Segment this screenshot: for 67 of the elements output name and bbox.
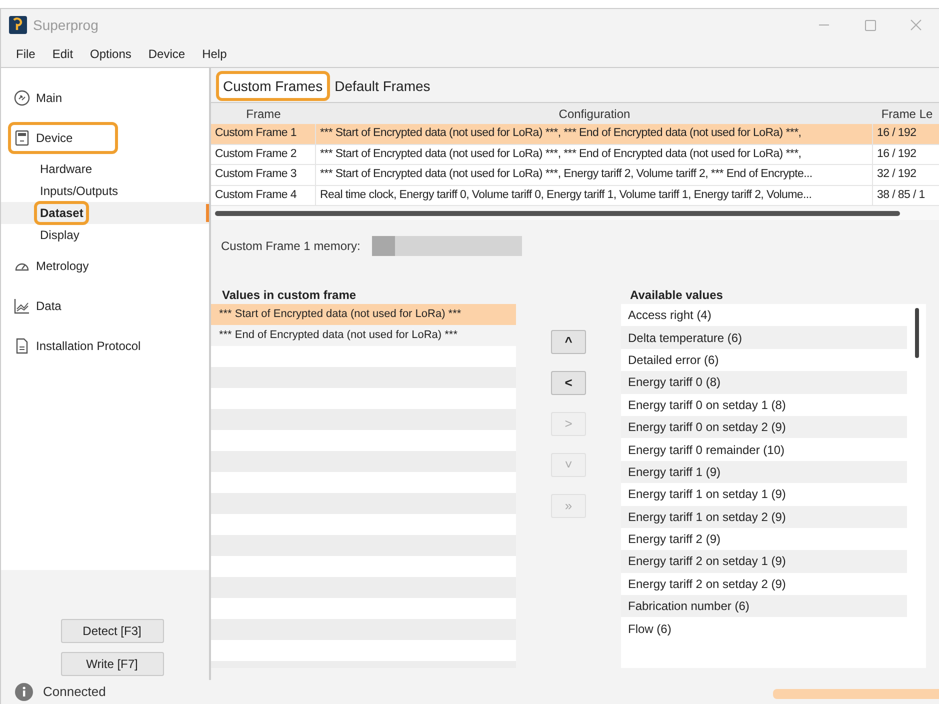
chart-icon (14, 298, 30, 314)
list-item[interactable]: Delta temperature (6) (621, 326, 907, 349)
action-button[interactable]: Detect [F3] (60, 619, 164, 643)
table-row[interactable]: Custom Frame 1 *** Start of Encrypted data (not used for LoRa) ***, *** End of Encrypted data (not used for LoRa) ***, 16 / 192 (211, 124, 939, 144)
list-item[interactable]: Energy tariff 0 (8) (621, 371, 907, 394)
column-header[interactable]: Frame (211, 103, 316, 124)
list-item[interactable]: Fabrication number (6) (621, 595, 907, 618)
nav-item[interactable]: Dataset (37, 204, 86, 222)
nav-item[interactable]: Hardware (37, 160, 96, 178)
menu-item[interactable]: Help (195, 45, 234, 63)
list-item[interactable]: Energy tariff 2 on setday 1 (9) (621, 550, 907, 573)
move-button[interactable]: < (551, 371, 586, 395)
nav-label: Metrology (36, 258, 89, 275)
list-item[interactable]: Energy tariff 0 on setday 2 (9) (621, 416, 907, 438)
table-cell-text: 16 / 192 (876, 146, 918, 162)
table-cell: *** Start of Encrypted data (not used for LoRa) ***, Energy tariff 2, Volume tariff 2, *** End of Encrypte... (316, 165, 873, 184)
move-button[interactable]: ^ (551, 330, 586, 354)
list-item[interactable]: *** End of Encrypted data (not used for LoRa) *** (211, 325, 516, 346)
table-row[interactable]: Custom Frame 3 *** Start of Encrypted data (not used for LoRa) ***, Energy tariff 2, Volume tariff 2, *** End of Encrypte... 32 / 192 (211, 165, 939, 186)
column-header[interactable]: Configuration (316, 103, 873, 124)
action-button[interactable]: Write [F7] (60, 652, 164, 676)
list-item[interactable]: Energy tariff 1 (9) (621, 460, 907, 484)
tab[interactable]: Custom Frames (219, 74, 327, 98)
tab[interactable]: Default Frames (330, 74, 434, 98)
table-row[interactable]: Custom Frame 4 Real time clock, Energy tariff 0, Volume tariff 0, Energy tariff 1, Volume tariff 1, Energy tariff 2, Volume... 38 / 85 / 1 (211, 186, 939, 206)
list-heading: Available values (629, 287, 724, 304)
device-icon (14, 130, 30, 146)
table-cell: Custom Frame 1 (211, 124, 316, 144)
nav-item[interactable]: Display (37, 226, 82, 244)
list-item[interactable]: Energy tariff 1 on setday 2 (9) (621, 506, 907, 528)
nav-label: Data (36, 298, 62, 315)
info-icon (15, 683, 33, 701)
arrows-circle-icon (14, 90, 30, 106)
menu-item[interactable]: Edit (45, 45, 80, 63)
nav-item[interactable]: Installation Protocol (11, 333, 145, 359)
table-cell-text: 38 / 85 / 1 (876, 188, 926, 203)
nav-label: Device (36, 130, 73, 147)
column-header[interactable]: Frame Le (873, 103, 939, 124)
scrollbar[interactable] (914, 308, 918, 358)
nav-label: Installation Protocol (36, 338, 141, 355)
menu-item[interactable]: Device (141, 45, 192, 63)
menu-item[interactable]: Options (83, 45, 138, 63)
table-cell-text: 32 / 192 (876, 167, 918, 182)
table-cell: *** Start of Encrypted data (not used for LoRa) ***, *** End of Encrypted data (not used for LoRa) ***, (316, 124, 873, 144)
list-item[interactable]: *** Start of Encrypted data (not used for LoRa) *** (211, 304, 516, 325)
nav-label: Main (36, 90, 62, 107)
menu-item[interactable]: File (9, 45, 42, 63)
window-title: Superprog (33, 16, 98, 35)
nav-item[interactable]: Main (11, 85, 66, 111)
table-cell: Custom Frame 2 (211, 144, 316, 164)
app-logo-icon (9, 16, 27, 34)
selection-marker (206, 204, 209, 222)
memory-label: Custom Frame 1 memory: (221, 238, 360, 255)
table-cell: *** Start of Encrypted data (not used for LoRa) ***, *** End of Encrypted data (not used for LoRa) ***, (316, 144, 873, 164)
nav-item[interactable]: Inputs/Outputs (37, 182, 122, 200)
nav-item[interactable]: Data (11, 293, 66, 319)
table-row[interactable]: Custom Frame 2 *** Start of Encrypted data (not used for LoRa) ***, *** End of Encrypted data (not used for LoRa) ***, 16 / 192 (211, 144, 939, 165)
nav-item[interactable]: Metrology (11, 253, 93, 279)
scrollbar[interactable] (215, 210, 900, 216)
status-text: Connected (43, 683, 106, 702)
table-cell: Real time clock, Energy tariff 0, Volume tariff 0, Energy tariff 1, Volume tariff 1, Energy tariff 2, Volume... (316, 186, 873, 205)
nav-item[interactable]: Device (11, 125, 115, 151)
document-icon (14, 338, 30, 354)
table-cell-text: 16 / 192 (876, 126, 918, 142)
table-cell: Custom Frame 4 (211, 186, 316, 205)
list-heading: Values in custom frame (221, 287, 358, 304)
table-cell: Custom Frame 3 (211, 165, 316, 184)
